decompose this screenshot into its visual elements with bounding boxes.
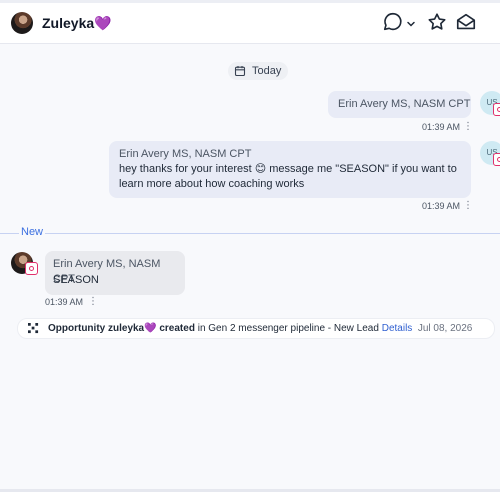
message-text-line: learn more about how coaching works — [119, 178, 305, 190]
message-options-icon[interactable]: ⋮ — [463, 201, 473, 211]
contact-avatar[interactable] — [11, 12, 33, 34]
incoming-message-bubble: Erin Avery MS, NASM CPT SEASON — [45, 251, 185, 295]
activity-date: Jul 08, 2026 — [417, 323, 473, 334]
message-time: 01:39 AM — [45, 297, 84, 307]
message-text: SEASON — [53, 274, 99, 286]
date-label: Today — [252, 65, 282, 77]
chat-bubble-icon[interactable] — [382, 11, 404, 33]
date-divider: Today — [228, 62, 289, 80]
message-time: 01:39 AM — [422, 201, 461, 211]
activity-title: Opportunity zuleyka💜 created — [48, 323, 195, 334]
activity-log-row: Opportunity zuleyka💜 created in Gen 2 me… — [17, 318, 495, 339]
outgoing-message-bubble: Erin Avery MS, NASM CPT — [328, 91, 471, 118]
message-options-icon[interactable]: ⋮ — [463, 122, 473, 132]
message-options-icon[interactable]: ⋮ — [88, 297, 98, 307]
conversation-header: Zuleyka💜 — [0, 3, 500, 44]
message-time: 01:39 AM — [422, 122, 461, 132]
calendar-icon — [234, 66, 246, 77]
instagram-icon — [25, 262, 38, 275]
instagram-icon — [493, 103, 500, 116]
instagram-icon — [493, 153, 500, 166]
outgoing-message-bubble: Erin Avery MS, NASM CPT hey thanks for y… — [109, 141, 471, 198]
contact-name[interactable]: Zuleyka💜 — [42, 15, 112, 32]
details-link[interactable]: Details — [382, 323, 413, 334]
message-sender: Erin Avery MS, NASM CPT — [338, 98, 471, 110]
new-messages-label: New — [19, 226, 46, 238]
chevron-down-icon[interactable] — [405, 17, 417, 29]
message-text-line: hey thanks for your interest 😊 message m… — [119, 163, 457, 175]
activity-description: in Gen 2 messenger pipeline - New Lead — [194, 323, 382, 334]
mail-open-icon[interactable] — [455, 11, 477, 33]
pipeline-icon — [28, 323, 39, 334]
new-messages-divider — [0, 233, 500, 234]
star-icon[interactable] — [426, 11, 448, 33]
message-sender: Erin Avery MS, NASM CPT — [119, 148, 252, 160]
